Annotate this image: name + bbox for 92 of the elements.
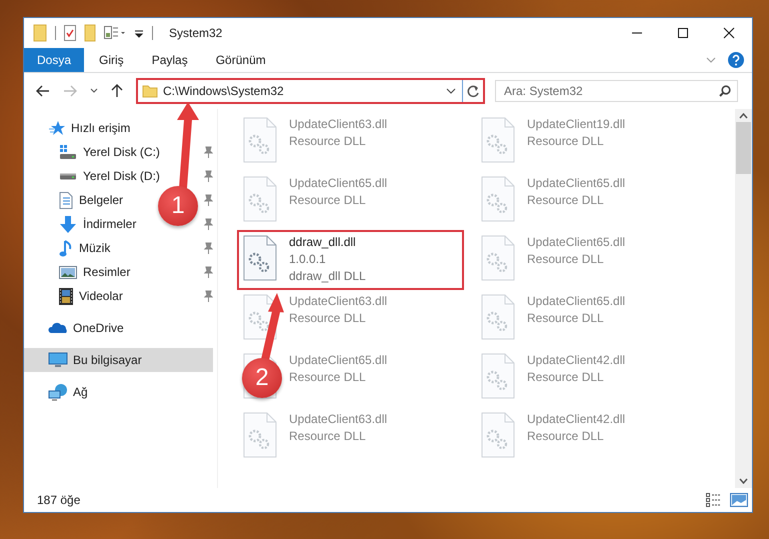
pin-icon[interactable] [203,170,213,182]
file-description: Resource DLL [527,134,605,149]
properties-icon[interactable] [64,25,76,41]
file-name: UpdateClient42.dll [527,353,626,368]
dll-file-icon [481,176,515,222]
address-bar[interactable]: C:\Windows\System32 [136,78,485,104]
dll-file-icon [481,353,515,399]
file-description: Resource DLL [527,193,605,208]
file-name: UpdateClient65.dll [527,176,626,191]
scroll-down-icon[interactable] [739,478,748,484]
file-name: UpdateClient65.dll [289,176,388,191]
file-name: UpdateClient63.dll [289,412,388,427]
star-icon [48,120,66,136]
file-name: UpdateClient42.dll [527,412,626,427]
nav-item[interactable]: Müzik [24,236,114,260]
nav-item[interactable]: Bu bilgisayar [24,348,213,372]
window-title: System32 [169,26,222,40]
ribbon-tab[interactable]: Görünüm [202,48,279,72]
dll-file-icon [243,176,277,222]
nav-item[interactable]: İndirmeler [24,212,140,236]
dll-file-icon [243,412,277,458]
music-note-icon [59,240,73,256]
file-description: Resource DLL [527,252,605,267]
pin-icon[interactable] [203,266,213,278]
nav-item[interactable]: OneDrive [24,316,128,340]
file-description: Resource DLL [527,311,605,326]
view-options-icon[interactable] [104,26,126,40]
file-description: ddraw_dll DLL [289,269,366,284]
customize-caret-icon[interactable] [134,28,144,38]
document-icon [59,192,73,208]
chevron-down-icon[interactable] [446,88,456,94]
nav-item[interactable]: Belgeler [24,188,128,212]
details-view-icon[interactable] [706,493,722,507]
dll-file-icon [481,117,515,163]
search-icon [719,85,731,97]
film-icon [59,288,73,304]
monitor-icon [48,352,68,368]
file-description: Resource DLL [289,134,367,149]
file-description: Resource DLL [289,429,367,444]
file-name: UpdateClient65.dll [527,294,626,309]
file-description: Resource DLL [289,370,367,385]
dll-file-icon [481,294,515,340]
file-name: UpdateClient19.dll [527,117,626,132]
maximize-icon [677,27,689,39]
file-description: Resource DLL [527,370,605,385]
up-arrow-icon[interactable] [111,84,123,98]
pin-icon[interactable] [203,290,213,302]
scroll-up-icon[interactable] [739,113,748,119]
dll-file-icon [243,117,277,163]
nav-item[interactable]: Ağ [24,380,92,404]
ribbon-tab[interactable]: Paylaş [138,48,201,72]
dll-file-icon [481,235,515,281]
nav-item[interactable]: Yerel Disk (D:) [24,164,164,188]
drive-icon [59,144,77,160]
file-description: Resource DLL [289,193,367,208]
picture-icon [59,266,77,278]
file-version: 1.0.0.1 [289,252,327,267]
pin-icon[interactable] [203,146,213,158]
cloud-icon [48,322,68,334]
ribbon-tab[interactable]: Giriş [86,48,137,72]
file-name: ddraw_dll.dll [289,235,357,250]
file-description: Resource DLL [527,429,605,444]
help-icon[interactable] [728,52,744,68]
network-icon [48,384,68,400]
folder-icon [142,84,158,98]
nav-item[interactable]: Yerel Disk (C:) [24,140,164,164]
file-item[interactable]: ddraw_dll.dll 1.0.0.1 ddraw_dll DLL [237,230,464,290]
tiles-view-icon[interactable] [730,493,748,507]
dll-file-icon [481,412,515,458]
nav-item[interactable]: Videolar [24,284,127,308]
dll-file-icon [243,235,277,281]
nav-item[interactable]: Resimler [24,260,134,284]
file-name: UpdateClient65.dll [289,353,388,368]
pin-icon[interactable] [203,242,213,254]
file-name: UpdateClient65.dll [527,235,626,250]
search-field[interactable]: Ara: System32 [495,80,738,102]
download-arrow-icon [59,216,77,232]
back-arrow-icon[interactable] [36,85,50,97]
pin-icon[interactable] [203,218,213,230]
file-name: UpdateClient63.dll [289,294,388,309]
pin-icon[interactable] [203,194,213,206]
nav-item[interactable]: Hızlı erişim [24,116,134,140]
scrollbar-thumb[interactable] [736,122,751,174]
ribbon-tab[interactable]: Dosya [24,48,84,72]
chevron-down-icon[interactable] [90,88,98,94]
item-count: 187 öğe [37,493,80,507]
close-icon [723,27,735,39]
dll-file-icon [243,294,277,340]
refresh-icon[interactable] [467,84,479,98]
drive-icon [59,172,77,180]
file-description: Resource DLL [289,311,367,326]
file-name: UpdateClient63.dll [289,117,388,132]
